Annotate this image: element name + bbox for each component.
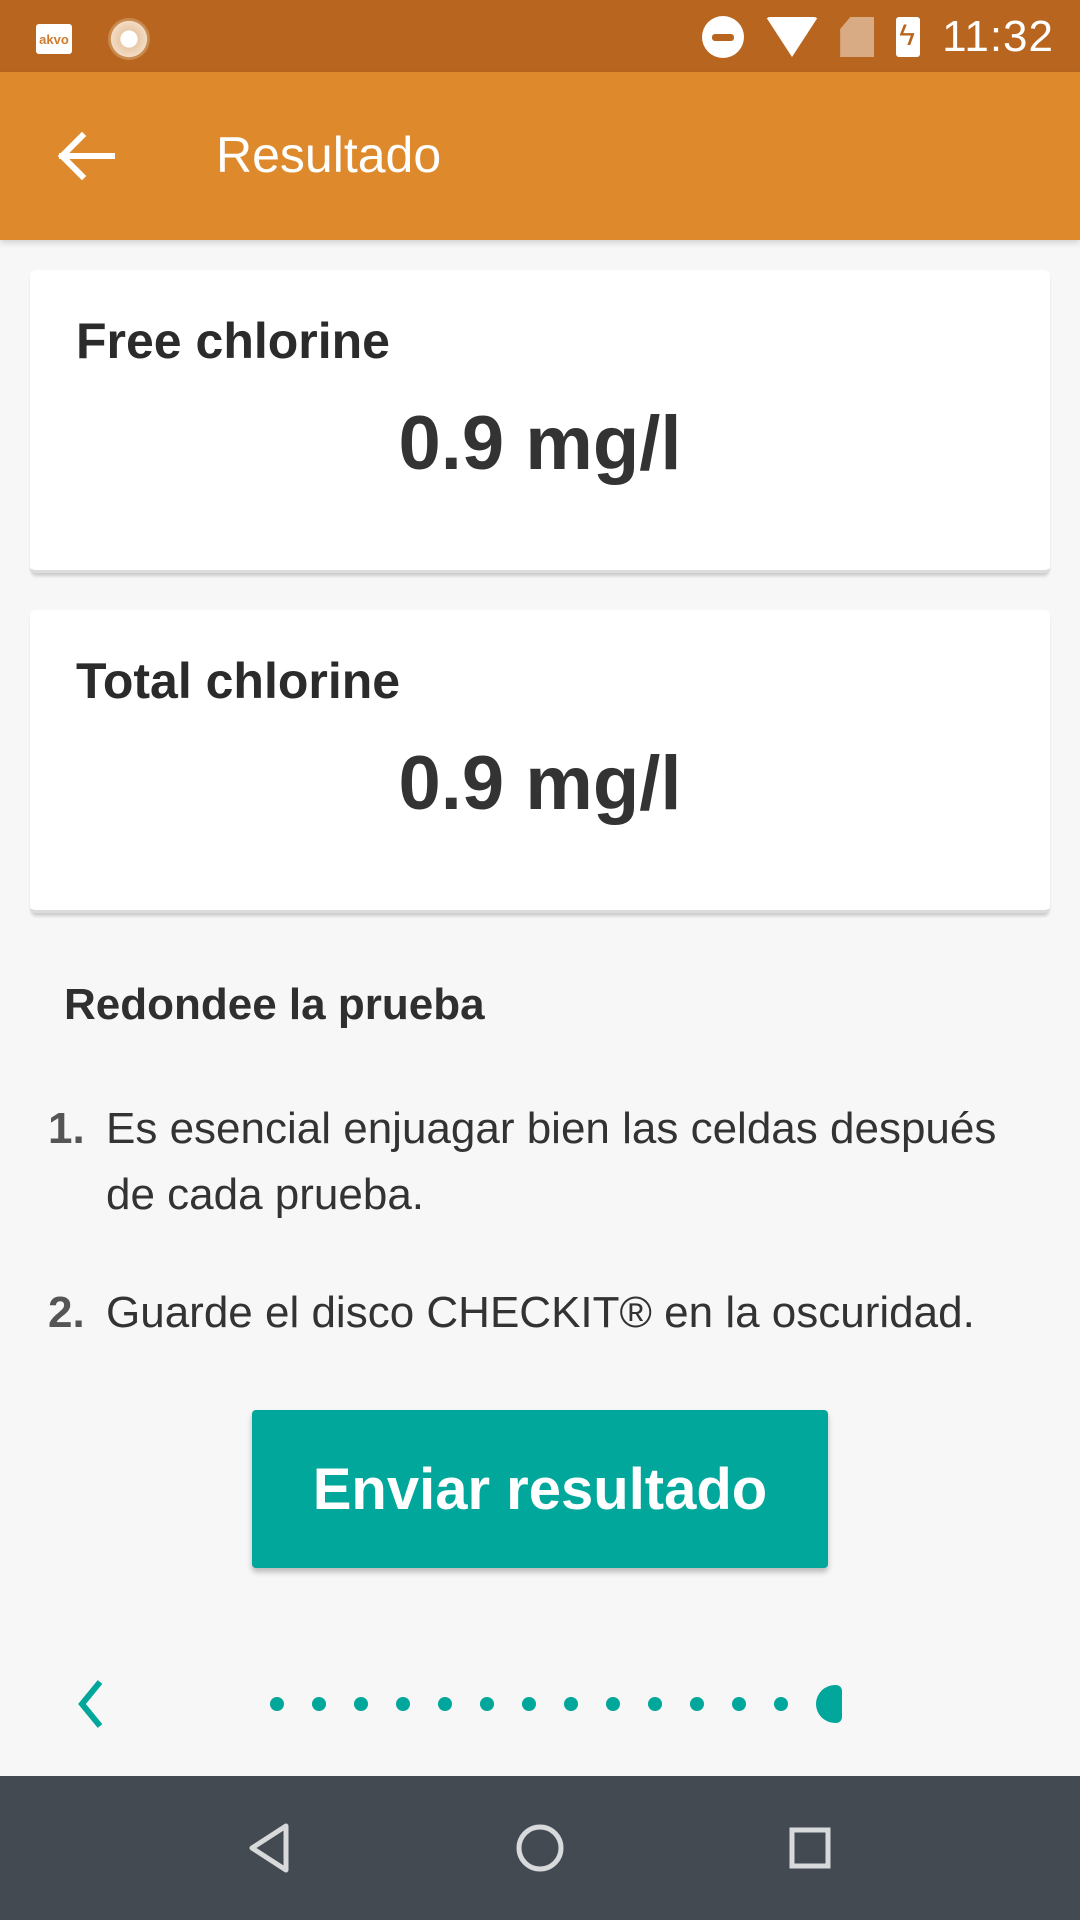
home-circle-icon (516, 1824, 564, 1872)
back-triangle-icon (249, 1823, 289, 1873)
wifi-icon (766, 17, 819, 57)
nav-back-button[interactable] (238, 1816, 302, 1880)
send-result-button[interactable]: Enviar resultado (252, 1410, 828, 1568)
page-dot (564, 1697, 578, 1711)
nav-recents-button[interactable] (778, 1816, 842, 1880)
page-dot (606, 1697, 620, 1711)
step-number: 1. (48, 1104, 85, 1153)
status-left-icons: akvo (36, 18, 150, 60)
page-indicator (270, 1685, 842, 1723)
nav-home-button[interactable] (508, 1816, 572, 1880)
status-bar: akvo 11:32 (0, 0, 1080, 72)
page-dot (312, 1697, 326, 1711)
system-nav-bar (0, 1776, 1080, 1920)
page-dot (396, 1697, 410, 1711)
battery-charging-icon (896, 17, 921, 57)
page-title: Resultado (216, 127, 442, 183)
page-dot (648, 1697, 662, 1711)
page-dot (354, 1697, 368, 1711)
page-dot-active (816, 1685, 842, 1723)
no-sim-icon (840, 17, 875, 57)
recents-square-icon (789, 1827, 831, 1869)
step-text: Guarde el disco CHECKIT® en la oscuridad… (106, 1288, 975, 1337)
page-dot (732, 1697, 746, 1711)
result-card-free-chlorine: Free chlorine 0.9 mg/l (30, 270, 1050, 573)
status-time: 11:32 (942, 12, 1054, 61)
result-name: Free chlorine (76, 313, 390, 369)
previous-page-button[interactable] (72, 1676, 112, 1732)
result-value: 0.9 mg/l (398, 741, 682, 826)
result-card-total-chlorine: Total chlorine 0.9 mg/l (30, 610, 1050, 913)
page-dot (522, 1697, 536, 1711)
page-dot (480, 1697, 494, 1711)
status-right-icons: 11:32 (702, 12, 1054, 62)
instruction-step: 2. Guarde el disco CHECKIT® en la oscuri… (48, 1280, 1038, 1346)
chevron-left-icon (78, 1680, 103, 1728)
page-dot (774, 1697, 788, 1711)
arrow-left-icon (57, 131, 115, 181)
instruction-step: 1. Es esencial enjuagar bien las celdas … (48, 1096, 1038, 1228)
page-dot (270, 1697, 284, 1711)
akvo-app-icon: akvo (36, 24, 72, 54)
instructions-title: Redondee la prueba (64, 980, 485, 1029)
step-text: Es esencial enjuagar bien las celdas des… (106, 1104, 997, 1219)
result-name: Total chlorine (76, 653, 401, 709)
page-dot (690, 1697, 704, 1711)
caddisfly-app-icon (108, 18, 150, 60)
do-not-disturb-icon (702, 16, 745, 58)
app-bar: Resultado (0, 72, 1080, 240)
result-value: 0.9 mg/l (398, 401, 682, 486)
step-number: 2. (48, 1288, 85, 1337)
page-dot (438, 1697, 452, 1711)
back-button[interactable] (46, 116, 126, 196)
